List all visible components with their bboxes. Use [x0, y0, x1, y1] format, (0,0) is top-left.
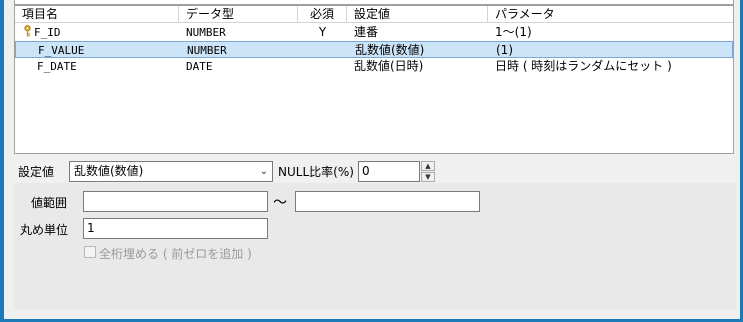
row-type: NUMBER — [186, 26, 226, 39]
row-required: Y — [318, 25, 327, 39]
round-unit-label: 丸め単位 — [20, 223, 69, 237]
header-setting[interactable]: 設定値 — [347, 6, 488, 23]
table-row-selected[interactable]: F_VALUE NUMBER 乱数値(数値) (1) — [15, 41, 733, 58]
null-ratio-label: NULL比率(%) — [278, 165, 354, 179]
setting-select[interactable]: 乱数値(数値) ⌄ — [69, 161, 273, 182]
header-parameter[interactable]: パラメータ — [488, 6, 733, 23]
grid-header: 項目名 データ型 必須 設定値 パラメータ — [15, 6, 733, 23]
table-row[interactable]: F_ID NUMBER Y 連番 1〜(1) — [15, 24, 733, 41]
row-setting: 乱数値(日時) — [354, 59, 424, 73]
header-data-type[interactable]: データ型 — [179, 6, 298, 23]
spin-down-icon[interactable]: ▼ — [421, 172, 435, 182]
table-row[interactable]: F_DATE DATE 乱数値(日時) 日時 ( 時刻はランダムにセット ) — [15, 58, 733, 75]
setting-select-value: 乱数値(数値) — [74, 164, 144, 178]
chevron-down-icon[interactable]: ⌄ — [258, 162, 270, 181]
column-grid[interactable]: 項目名 データ型 必須 設定値 パラメータ F_ID NUMBER Y 連番 1… — [14, 5, 734, 154]
range-max-input[interactable] — [295, 191, 480, 212]
setting-label: 設定値 — [18, 165, 55, 179]
row-name-cell: F_ID — [15, 24, 179, 41]
null-ratio-input[interactable]: 0 — [358, 161, 420, 182]
row-required — [298, 58, 347, 75]
spin-up-icon[interactable]: ▲ — [421, 161, 435, 171]
zero-fill-label: 全桁埋める ( 前ゼロを追加 ) — [99, 247, 252, 261]
header-column-name[interactable]: 項目名 — [15, 6, 179, 23]
row-type: DATE — [186, 60, 213, 73]
row-setting: 乱数値(数値) — [355, 43, 425, 57]
zero-fill-checkbox[interactable] — [84, 246, 96, 258]
null-ratio-spinner[interactable]: ▲ ▼ — [421, 161, 435, 182]
range-label: 値範囲 — [31, 196, 68, 210]
row-name: F_VALUE — [38, 44, 85, 57]
row-parameter: 日時 ( 時刻はランダムにセット ) — [495, 59, 672, 73]
row-name: F_ID — [34, 26, 61, 39]
window-frame-left — [0, 0, 4, 322]
range-separator: 〜 — [273, 195, 287, 211]
row-name: F_DATE — [37, 60, 77, 73]
row-required — [299, 42, 348, 59]
row-type: NUMBER — [187, 44, 227, 57]
row-parameter: 1〜(1) — [495, 25, 532, 39]
row-parameter: (1) — [496, 43, 513, 57]
key-icon — [24, 25, 31, 37]
round-unit-input[interactable]: 1 — [83, 218, 268, 239]
header-required[interactable]: 必須 — [298, 6, 347, 23]
range-min-input[interactable] — [83, 191, 268, 212]
row-setting: 連番 — [354, 25, 379, 39]
